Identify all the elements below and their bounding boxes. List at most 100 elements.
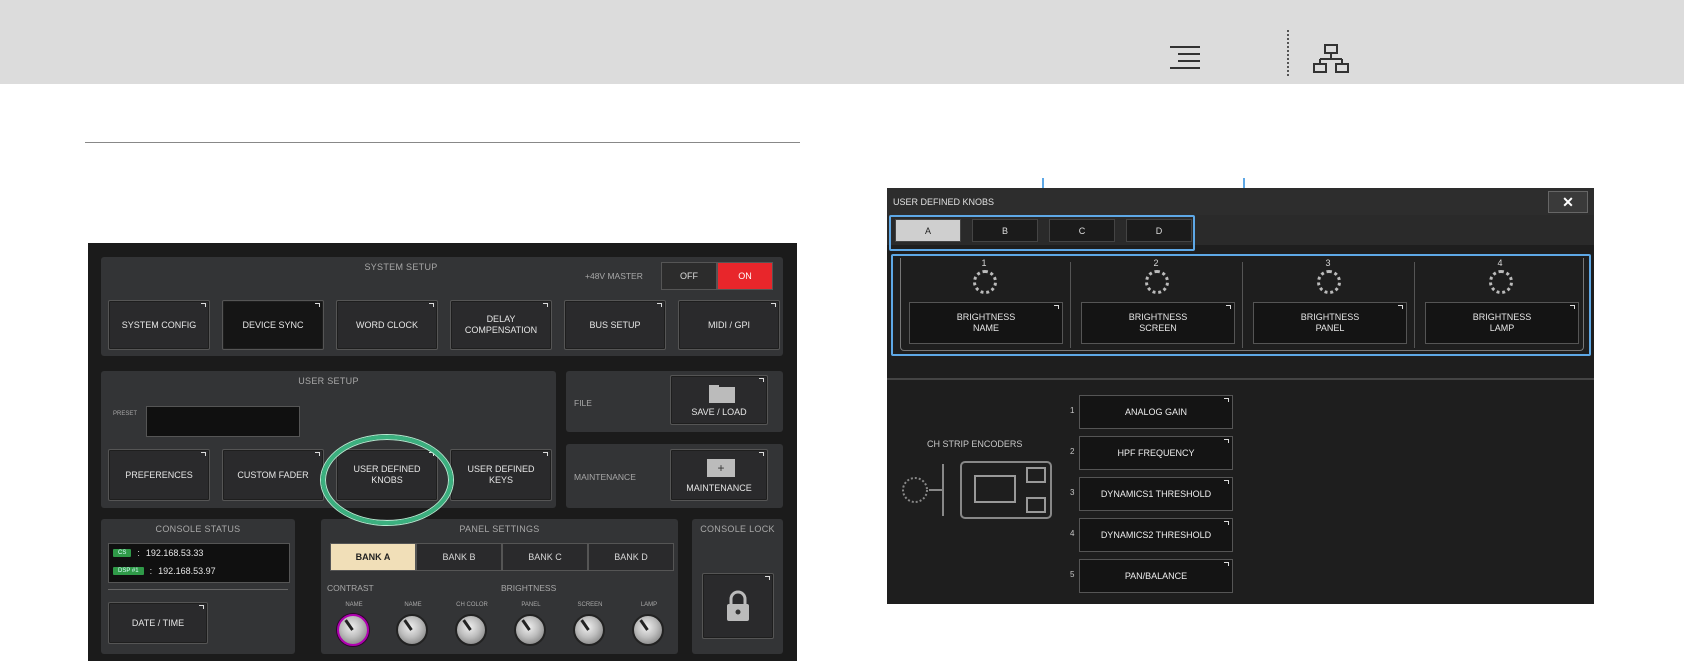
custom-fader-button[interactable]: CUSTOM FADER	[222, 449, 324, 501]
encoder-number: 5	[1070, 570, 1075, 579]
popup-indicator-icon	[315, 303, 320, 307]
cs-chip: CS	[113, 549, 132, 557]
panel-settings-panel: PANEL SETTINGS BANK A BANK B BANK C BANK…	[321, 519, 678, 654]
encoder-assign-button[interactable]: ANALOG GAIN	[1079, 395, 1233, 429]
popup-indicator-icon	[765, 576, 770, 580]
knobs-highlight	[891, 254, 1591, 356]
knob-label: CH COLOR	[456, 602, 488, 608]
device-sync-button[interactable]: DEVICE SYNC	[222, 300, 324, 350]
preset-field[interactable]	[146, 406, 300, 437]
bus-setup-button[interactable]: BUS SETUP	[564, 300, 666, 350]
setup-screen: SYSTEM SETUP +48V MASTER OFF ON SYSTEM C…	[88, 243, 797, 661]
status-sep: :	[149, 566, 153, 576]
popup-indicator-icon	[543, 303, 548, 307]
preferences-button[interactable]: PREFERENCES	[108, 449, 210, 501]
knob-label: PANEL	[521, 602, 541, 608]
lock-icon	[727, 590, 749, 621]
maintenance-panel: MAINTENANCE MAINTENANCE +	[566, 444, 783, 508]
system-setup-panel: SYSTEM SETUP +48V MASTER OFF ON SYSTEM C…	[101, 257, 783, 356]
bank-d-button[interactable]: BANK D	[588, 543, 674, 571]
console-lock-button[interactable]	[702, 573, 774, 639]
status-list: CS : 192.168.53.33 DSP #1 : 192.168.53.9…	[108, 543, 290, 583]
dsp-ip: 192.168.53.97	[158, 566, 216, 576]
encoder-label: PAN/BALANCE	[1124, 571, 1188, 581]
console-status-title: CONSOLE STATUS	[155, 524, 241, 534]
status-row-dsp: DSP #1 : 192.168.53.97	[113, 566, 216, 576]
bank-c-button[interactable]: BANK C	[502, 543, 588, 571]
phantom-on-button[interactable]: ON	[717, 262, 773, 290]
console-lock-title: CONSOLE LOCK	[700, 524, 775, 534]
user-defined-knobs-window: USER DEFINED KNOBS ✕ A B C D 1 BRIGHTNES…	[887, 188, 1594, 604]
popup-indicator-icon	[201, 452, 206, 456]
popup-indicator-icon	[759, 452, 764, 456]
brightness-lamp-knob[interactable]	[632, 614, 664, 646]
encoder-label: DYNAMICS2 THRESHOLD	[1100, 530, 1212, 540]
encoder-assign-button[interactable]: PAN/BALANCE	[1079, 559, 1233, 593]
window-title: USER DEFINED KNOBS	[887, 188, 1594, 215]
knob-label: NAME	[404, 602, 422, 608]
popup-indicator-icon	[429, 303, 434, 307]
popup-indicator-icon	[771, 303, 776, 307]
save-load-button[interactable]: SAVE / LOAD	[670, 375, 768, 425]
popup-indicator-icon	[657, 303, 662, 307]
encoder-assign-button[interactable]: HPF FREQUENCY	[1079, 436, 1233, 470]
encoder-label: ANALOG GAIN	[1124, 407, 1187, 417]
encoder-number: 4	[1070, 529, 1075, 538]
phantom-master-label: +48V MASTER	[585, 271, 643, 281]
contrast-label: CONTRAST	[327, 583, 374, 593]
maintenance-folder-icon: +	[707, 459, 735, 477]
maintenance-button[interactable]: MAINTENANCE +	[670, 449, 768, 501]
encoder-label: DYNAMICS1 THRESHOLD	[1100, 489, 1212, 499]
sitemap-icon[interactable]	[1313, 44, 1349, 74]
file-panel: FILE SAVE / LOAD	[566, 371, 783, 432]
knob-label: SCREEN	[577, 602, 603, 608]
encoder-assign-button[interactable]: DYNAMICS2 THRESHOLD	[1079, 518, 1233, 552]
popup-indicator-icon	[543, 452, 548, 456]
menu-lines-icon[interactable]	[1168, 45, 1202, 71]
section-divider	[887, 378, 1594, 380]
word-clock-button[interactable]: WORD CLOCK	[336, 300, 438, 350]
user-setup-title: USER SETUP	[298, 376, 359, 386]
status-divider	[108, 589, 288, 590]
brightness-label: BRIGHTNESS	[501, 583, 557, 593]
toolbar-divider	[1287, 30, 1289, 76]
encoder-assign-button[interactable]: DYNAMICS1 THRESHOLD	[1079, 477, 1233, 511]
midi-gpi-button[interactable]: MIDI / GPI	[678, 300, 780, 350]
popup-indicator-icon	[199, 605, 204, 609]
close-button[interactable]: ✕	[1548, 191, 1588, 213]
user-defined-keys-button[interactable]: USER DEFINED KEYS	[450, 449, 552, 501]
contrast-name-knob[interactable]	[337, 614, 369, 646]
popup-indicator-icon	[315, 452, 320, 456]
tabs-highlight	[889, 215, 1195, 251]
encoder-number: 3	[1070, 488, 1075, 497]
brightness-screen-knob[interactable]	[573, 614, 605, 646]
knob-label: NAME	[345, 602, 363, 608]
phantom-off-button[interactable]: OFF	[661, 262, 717, 290]
file-label: FILE	[574, 398, 592, 408]
status-sep: :	[137, 548, 140, 558]
save-load-label: SAVE / LOAD	[691, 407, 747, 417]
system-config-button[interactable]: SYSTEM CONFIG	[108, 300, 210, 350]
encoder-label: HPF FREQUENCY	[1117, 448, 1195, 458]
encoder-diagram-icon	[902, 461, 1052, 519]
svg-text:+: +	[717, 461, 724, 475]
panel-settings-title: PANEL SETTINGS	[459, 524, 540, 534]
encoder-number: 2	[1070, 447, 1075, 456]
cs-ip: 192.168.53.33	[145, 548, 204, 558]
bank-b-button[interactable]: BANK B	[416, 543, 502, 571]
console-status-panel: CONSOLE STATUS CS : 192.168.53.33 DSP #1…	[101, 519, 295, 654]
date-time-button[interactable]: DATE / TIME	[108, 602, 208, 644]
delay-compensation-button[interactable]: DELAY COMPENSATION	[450, 300, 552, 350]
top-toolbar	[0, 0, 1684, 84]
brightness-ch-color-knob[interactable]	[455, 614, 487, 646]
brightness-name-knob[interactable]	[396, 614, 428, 646]
highlight-ring	[321, 435, 453, 525]
section-rule	[85, 142, 800, 143]
dsp-chip: DSP #1	[113, 567, 144, 575]
popup-indicator-icon	[759, 378, 764, 382]
console-lock-panel: CONSOLE LOCK	[692, 519, 783, 654]
encoder-number: 1	[1070, 406, 1075, 415]
brightness-panel-knob[interactable]	[514, 614, 546, 646]
knob-label: LAMP	[640, 602, 658, 608]
bank-a-button[interactable]: BANK A	[330, 543, 416, 571]
